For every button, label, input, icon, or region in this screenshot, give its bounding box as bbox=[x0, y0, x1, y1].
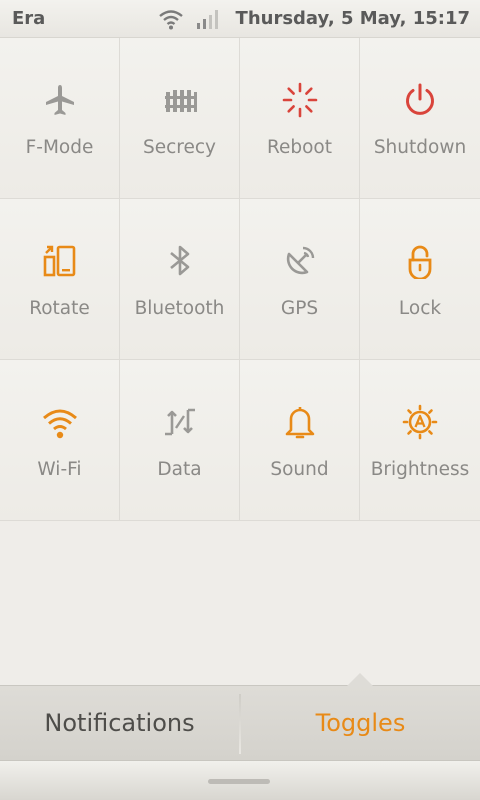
toggle-bluetooth[interactable]: Bluetooth bbox=[120, 199, 240, 360]
reboot-icon bbox=[282, 82, 318, 118]
toggle-wi-fi[interactable]: Wi-Fi bbox=[0, 360, 120, 521]
power-icon bbox=[406, 83, 434, 115]
toggle-label: Rotate bbox=[29, 298, 90, 319]
toggle-label: Reboot bbox=[266, 137, 333, 158]
toggle-lock[interactable]: Lock bbox=[360, 199, 480, 360]
carrier-name: Era bbox=[12, 8, 46, 29]
lock-icon bbox=[408, 245, 432, 279]
toggle-grid: F-Mode Secrecy Reboot Shutdown Rotate Bl… bbox=[0, 38, 480, 522]
toggle-label: F-Mode bbox=[25, 137, 94, 158]
drag-handle-bar[interactable] bbox=[0, 760, 480, 800]
status-bar: Era Thursday, 5 May, 15:17 bbox=[0, 0, 480, 38]
toggle-reboot[interactable]: Reboot bbox=[240, 38, 360, 199]
toggle-data[interactable]: Data bbox=[120, 360, 240, 521]
toggle-gps[interactable]: GPS bbox=[240, 199, 360, 360]
bell-icon bbox=[285, 407, 315, 439]
toggle-label: Lock bbox=[398, 298, 442, 319]
brightness-icon bbox=[402, 404, 438, 440]
rotate-icon bbox=[43, 245, 76, 277]
toggle-secrecy[interactable]: Secrecy bbox=[120, 38, 240, 199]
empty-panel-area bbox=[0, 522, 480, 685]
bluetooth-icon bbox=[170, 245, 190, 276]
toggle-label: Brightness bbox=[370, 459, 470, 480]
toggle-label: Wi-Fi bbox=[37, 459, 82, 480]
toggle-sound[interactable]: Sound bbox=[240, 360, 360, 521]
wifi-icon bbox=[159, 10, 183, 30]
toggle-label: GPS bbox=[280, 298, 319, 319]
toggle-rotate[interactable]: Rotate bbox=[0, 199, 120, 360]
toggle-brightness[interactable]: Brightness bbox=[360, 360, 480, 521]
fence-icon bbox=[165, 90, 197, 112]
gps-icon bbox=[286, 246, 315, 275]
status-datetime: Thursday, 5 May, 15:17 bbox=[235, 8, 470, 29]
airplane-icon bbox=[46, 85, 74, 115]
toggle-label: Data bbox=[157, 459, 202, 480]
drag-handle[interactable] bbox=[208, 779, 270, 784]
data-icon bbox=[165, 408, 195, 436]
toggle-f-mode[interactable]: F-Mode bbox=[0, 38, 120, 199]
tab-toggles[interactable]: Toggles bbox=[241, 686, 480, 760]
wifi-icon bbox=[43, 409, 77, 439]
toggle-shutdown[interactable]: Shutdown bbox=[360, 38, 480, 199]
active-tab-pointer bbox=[347, 673, 373, 686]
tab-bar: Notifications Toggles bbox=[0, 673, 480, 760]
toggle-label: Sound bbox=[270, 459, 329, 480]
toggle-label: Shutdown bbox=[373, 137, 467, 158]
tab-notifications[interactable]: Notifications bbox=[0, 686, 239, 760]
toggle-label: Bluetooth bbox=[134, 298, 225, 319]
signal-icon bbox=[197, 10, 218, 29]
toggle-label: Secrecy bbox=[143, 137, 216, 158]
